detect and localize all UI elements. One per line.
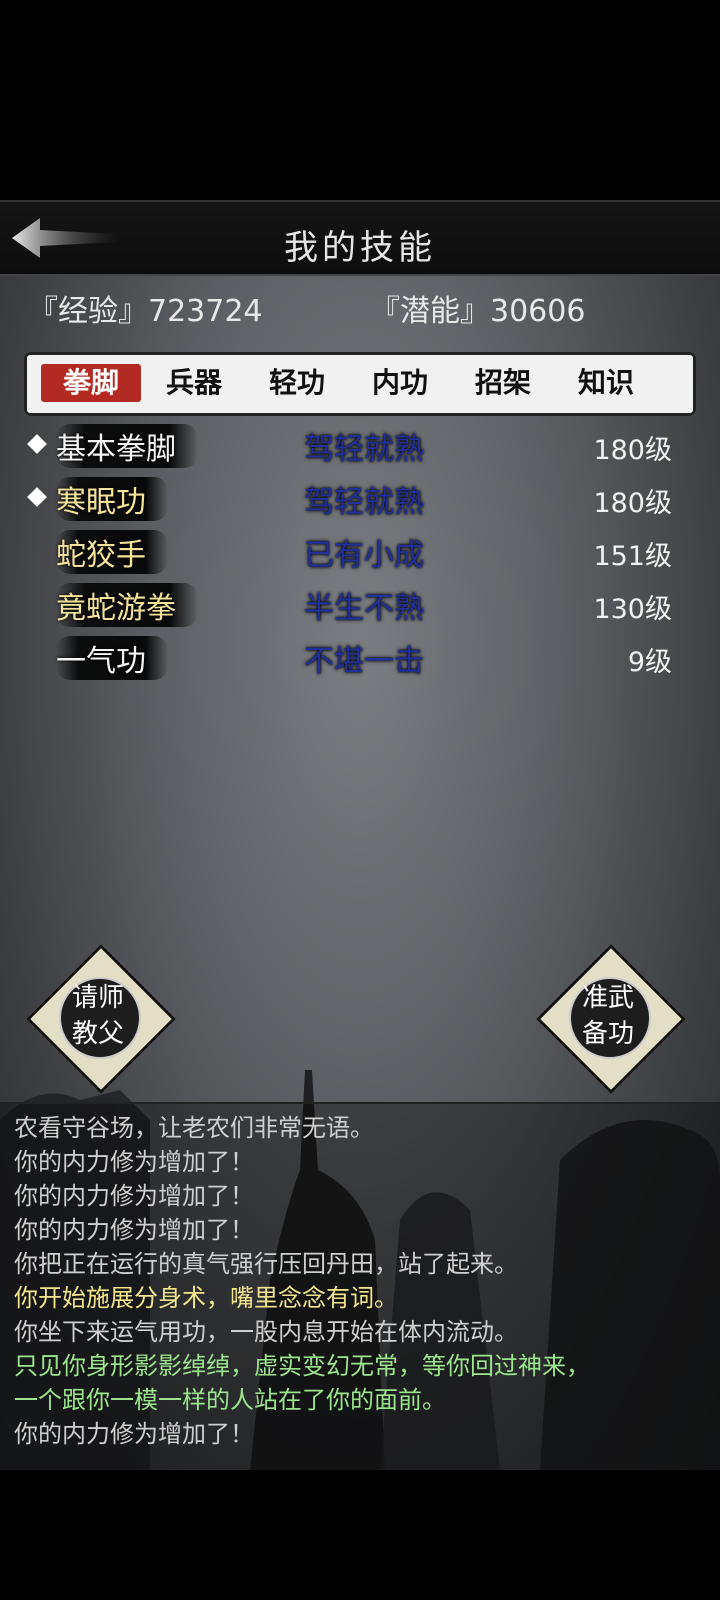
tab-fist-kick[interactable]: 拳脚 (41, 364, 141, 402)
page-title: 我的技能 (284, 228, 436, 268)
log-line: 你开始施展分身术，嘴里念念有词。 (14, 1284, 398, 1312)
skill-level: 130级 (593, 594, 672, 625)
equipped-diamond-icon (27, 434, 47, 454)
ask-master-label: 请师 教父 (71, 983, 124, 1049)
skill-level: 151级 (593, 541, 672, 572)
experience-stat: 『经验』723724 (28, 294, 263, 329)
skill-proficiency: 半生不熟 (304, 591, 424, 626)
potential-stat: 『潜能』30606 (370, 294, 586, 329)
tab-parry[interactable]: 招架 (453, 364, 553, 402)
message-log[interactable]: 农看守谷场，让老农们非常无语。 你的内力修为增加了！ 你的内力修为增加了！ 你的… (0, 1102, 720, 1474)
log-line: 你坐下来运气用功，一股内息开始在体内流动。 (14, 1318, 518, 1346)
prepare-skill-label: 准武 备功 (581, 983, 634, 1049)
log-line: 农看守谷场，让老农们非常无语。 (14, 1114, 374, 1142)
ask-master-button[interactable]: 请师 教父 (26, 944, 176, 1094)
log-line: 一个跟你一模一样的人站在了你的面前。 (14, 1386, 446, 1414)
skill-row[interactable]: 竟蛇游拳 半生不熟 130级 (24, 581, 696, 631)
tab-weapon[interactable]: 兵器 (144, 364, 244, 402)
skill-name: 寒眠功 (56, 477, 168, 521)
log-line: 你的内力修为增加了！ (14, 1216, 254, 1244)
skill-level: 180级 (593, 488, 672, 519)
prepare-skill-button[interactable]: 准武 备功 (536, 944, 686, 1094)
tab-internal[interactable]: 内功 (350, 364, 450, 402)
equipped-diamond-icon (27, 487, 47, 507)
skill-name: 蛇狡手 (56, 530, 168, 574)
tab-knowledge[interactable]: 知识 (556, 364, 656, 402)
skill-proficiency: 不堪一击 (304, 644, 424, 679)
log-line: 只见你身形影影绰绰，虚实变幻无常，等你回过神来， (14, 1352, 590, 1380)
tab-lightness[interactable]: 轻功 (247, 364, 347, 402)
skill-proficiency: 驾轻就熟 (304, 485, 424, 520)
skill-row[interactable]: 一气功 不堪一击 9级 (24, 634, 696, 684)
skill-row[interactable]: 蛇狡手 已有小成 151级 (24, 528, 696, 578)
skill-name: 基本拳脚 (56, 424, 198, 468)
skill-category-tabs: 拳脚 兵器 轻功 内功 招架 知识 (24, 352, 696, 416)
skill-proficiency: 已有小成 (304, 538, 424, 573)
log-line: 你把正在运行的真气强行压回丹田，站了起来。 (14, 1250, 518, 1278)
skill-row[interactable]: 基本拳脚 驾轻就熟 180级 (24, 422, 696, 472)
log-line: 你的内力修为增加了！ (14, 1420, 254, 1448)
skill-name: 竟蛇游拳 (56, 583, 198, 627)
skill-name: 一气功 (56, 636, 168, 680)
log-line: 你的内力修为增加了！ (14, 1182, 254, 1210)
page-header: 我的技能 (0, 200, 720, 276)
skill-proficiency: 驾轻就熟 (304, 432, 424, 467)
skill-row[interactable]: 寒眠功 驾轻就熟 180级 (24, 475, 696, 525)
skill-level: 180级 (593, 435, 672, 466)
log-line: 你的内力修为增加了！ (14, 1148, 254, 1176)
skill-level: 9级 (627, 647, 672, 678)
